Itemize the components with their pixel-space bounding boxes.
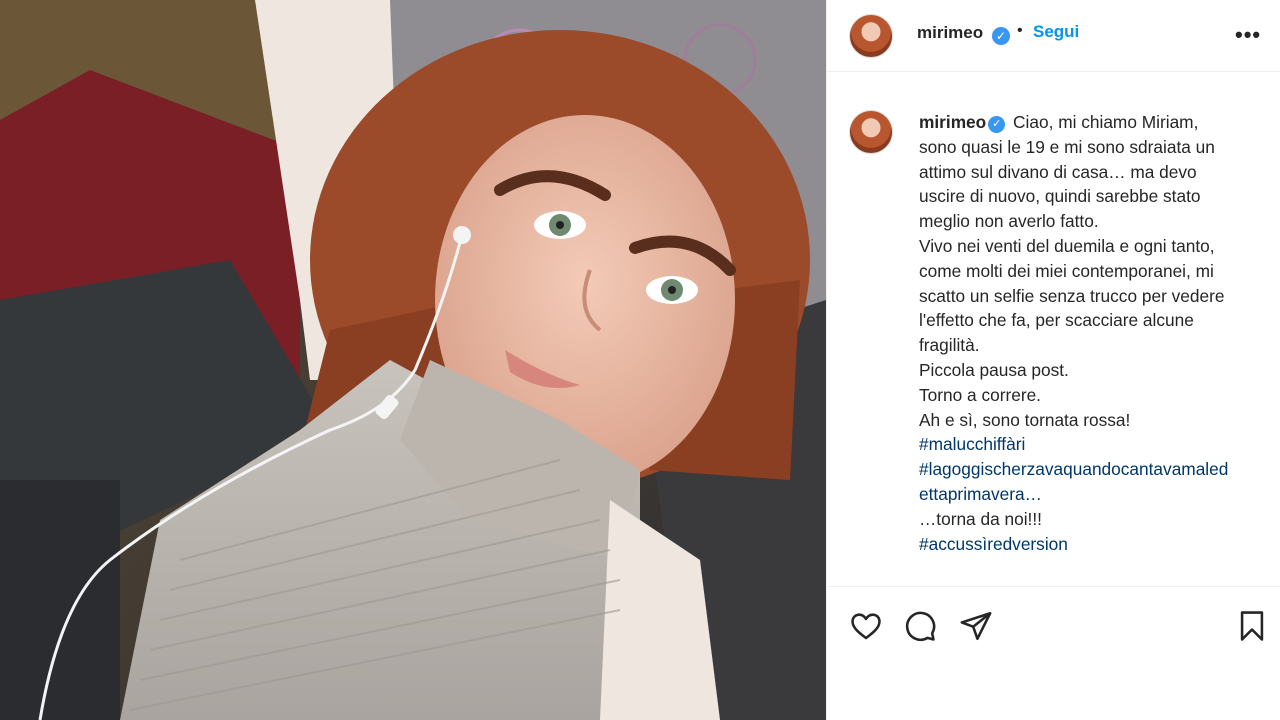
caption-line: Ah e sì, sono tornata rossa!	[919, 409, 1131, 430]
save-button[interactable]	[1235, 609, 1269, 643]
hashtag-link[interactable]: #malucchiffàri	[919, 432, 1269, 457]
share-button[interactable]	[959, 609, 993, 643]
separator-dot: •	[1017, 22, 1023, 39]
caption-text-first: Ciao, mi chiamo Miriam,	[1013, 112, 1199, 132]
comment-icon	[905, 611, 936, 642]
caption-line: Torno a correre.	[919, 384, 1041, 405]
caption-line: …torna da noi!!!	[919, 508, 1042, 529]
caption-line: uscire di nuovo, quindi sarebbe stato	[919, 186, 1201, 207]
post-caption: mirimeo ✓ Ciao, mi chiamo Miriam, sono qu…	[919, 110, 1269, 556]
caption-line: Piccola pausa post.	[919, 359, 1069, 380]
caption-line: scatto un selfie senza trucco per vedere	[919, 285, 1225, 306]
post-photo[interactable]	[0, 0, 826, 720]
caption-first-line: mirimeo ✓ Ciao, mi chiamo Miriam,	[919, 110, 1269, 135]
send-icon	[960, 611, 992, 641]
avatar[interactable]	[849, 14, 893, 58]
caption-line: sono quasi le 19 e mi sono sdraiata un	[919, 136, 1215, 157]
hashtag-link-part1[interactable]: #lagoggischerzavaquandocantavamaled	[919, 457, 1269, 482]
header-username[interactable]: mirimeo	[917, 23, 983, 43]
caption-area: mirimeo ✓ Ciao, mi chiamo Miriam, sono qu…	[827, 96, 1280, 586]
selfie-image	[0, 0, 826, 720]
heart-icon	[851, 613, 881, 640]
caption-line: meglio non averlo fatto.	[919, 211, 1099, 232]
caption-line: fragilità.	[919, 335, 980, 356]
like-button[interactable]	[849, 609, 883, 643]
caption-avatar[interactable]	[849, 110, 893, 154]
bookmark-icon	[1240, 611, 1264, 641]
caption-line: attimo sul divano di casa… ma devo	[919, 161, 1197, 182]
verified-badge-icon: ✓	[992, 27, 1010, 45]
post-actions-bar	[827, 586, 1280, 720]
post-header: mirimeo ✓ • Segui •••	[827, 0, 1280, 72]
more-options-icon[interactable]: •••	[1235, 22, 1261, 48]
hashtag-link-part2[interactable]: ettaprimavera…	[919, 482, 1269, 507]
post-side-panel: mirimeo ✓ • Segui ••• mirimeo ✓ Ciao, mi …	[826, 0, 1280, 720]
follow-button[interactable]: Segui	[1033, 22, 1079, 42]
hashtag-link[interactable]: #accussìredversion	[919, 532, 1269, 557]
caption-username[interactable]: mirimeo	[919, 112, 986, 132]
caption-verified-badge-icon: ✓	[988, 116, 1006, 133]
caption-line: come molti dei miei contemporanei, mi	[919, 260, 1214, 281]
caption-line: Vivo nei venti del duemila e ogni tanto,	[919, 235, 1215, 256]
caption-line: l'effetto che fa, per scacciare alcune	[919, 310, 1194, 331]
comment-button[interactable]	[903, 609, 937, 643]
